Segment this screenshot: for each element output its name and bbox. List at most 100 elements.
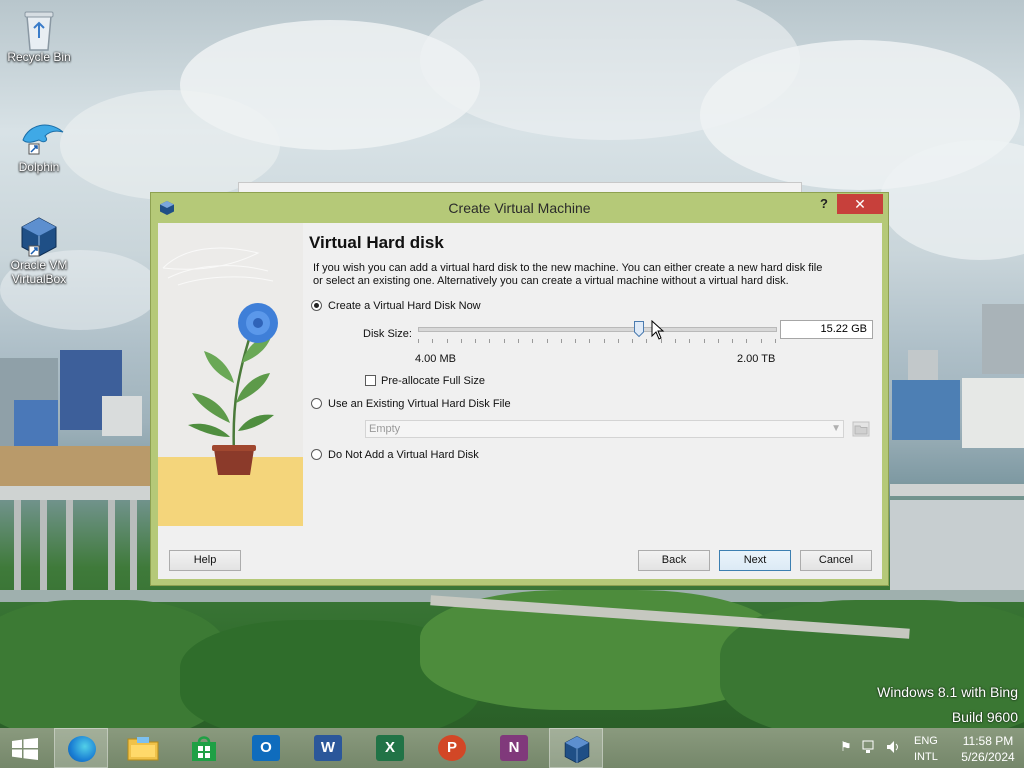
slider-tick — [475, 339, 476, 343]
chevron-down-icon: ▼ — [831, 423, 841, 434]
bridge-pillar — [130, 500, 137, 590]
dialog-title: Create Virtual Machine — [448, 200, 591, 216]
powerpoint-icon: P — [438, 735, 466, 761]
taskbar-powerpoint[interactable]: P — [425, 728, 479, 768]
slider-tick — [561, 339, 562, 343]
slider-tick — [418, 339, 419, 343]
slider-tick — [575, 339, 576, 343]
clock-time[interactable]: 11:58 PM — [955, 734, 1021, 748]
building — [102, 396, 142, 436]
back-button[interactable]: Back — [638, 550, 710, 571]
preallocate-checkbox[interactable] — [365, 375, 376, 386]
dolphin-icon — [19, 118, 64, 158]
slider-tick — [618, 339, 619, 343]
volume-icon[interactable] — [885, 739, 901, 755]
bridge-pillar — [40, 500, 47, 600]
slider-tick — [732, 339, 733, 343]
slider-tick — [547, 339, 548, 343]
taskbar-virtualbox[interactable] — [549, 728, 603, 768]
bridge-pillar — [14, 500, 21, 600]
desktop-icon-recycle-bin[interactable]: Recycle Bin — [4, 8, 74, 64]
slider-tick — [532, 339, 533, 343]
disk-size-slider-handle[interactable] — [634, 321, 644, 338]
edge-icon — [68, 736, 96, 762]
dialog-titlebar[interactable]: Create Virtual Machine ? ✕ — [151, 193, 888, 222]
slider-tick — [718, 339, 719, 343]
recycle-bin-icon — [19, 8, 59, 51]
slider-tick — [646, 339, 647, 343]
virtualbox-label: Oracle VM VirtualBox — [10, 258, 68, 286]
dolphin-label: Dolphin — [18, 160, 60, 174]
create-vm-dialog: Create Virtual Machine ? ✕ Virtual Hard … — [150, 192, 889, 586]
disk-size-input[interactable]: 15.22 GB — [780, 320, 873, 339]
preallocate-label[interactable]: Pre-allocate Full Size — [381, 375, 485, 387]
desktop-icon-dolphin[interactable]: Dolphin — [4, 118, 74, 174]
network-icon[interactable] — [861, 739, 877, 755]
page-title: Virtual Hard disk — [309, 233, 444, 252]
taskbar-file-explorer[interactable] — [116, 728, 170, 768]
help-button[interactable]: Help — [169, 550, 241, 571]
word-icon: W — [314, 735, 342, 761]
use-existing-disk-label[interactable]: Use an Existing Virtual Hard Disk File — [328, 398, 511, 410]
virtualbox-icon — [19, 216, 59, 257]
disk-size-slider-track[interactable] — [418, 327, 777, 332]
bridge-pillar — [66, 500, 73, 600]
next-button[interactable]: Next — [719, 550, 791, 571]
create-new-disk-radio[interactable] — [311, 300, 322, 311]
slider-tick — [775, 339, 776, 343]
taskbar: O W X P N ⚑ ENG INTL 11:58 PM 5/26/2024 — [0, 728, 1024, 768]
store-icon — [192, 736, 216, 761]
taskbar-word[interactable]: W — [301, 728, 355, 768]
dialog-client-area: Virtual Hard disk If you wish you can ad… — [158, 223, 882, 579]
slider-tick — [761, 339, 762, 343]
desktop-icon-virtualbox[interactable]: Oracle VM VirtualBox — [4, 216, 74, 286]
building — [14, 400, 58, 450]
slider-tick — [518, 339, 519, 343]
input-language-layout[interactable]: INTL — [914, 751, 954, 763]
clock-date[interactable]: 5/26/2024 — [955, 750, 1021, 764]
slider-tick — [447, 339, 448, 343]
context-help-button[interactable]: ? — [815, 196, 833, 216]
bridge — [890, 484, 1024, 496]
disk-size-label: Disk Size: — [363, 328, 412, 340]
taskbar-edge[interactable] — [54, 728, 108, 768]
slider-tick — [689, 339, 690, 343]
slider-tick — [589, 339, 590, 343]
wizard-page: Virtual Hard disk If you wish you can ad… — [303, 223, 882, 539]
os-watermark-line2: Build 9600 — [951, 709, 1018, 725]
slider-tick — [504, 339, 505, 343]
slider-tick — [704, 339, 705, 343]
taskbar-outlook[interactable]: O — [239, 728, 293, 768]
cancel-button[interactable]: Cancel — [800, 550, 872, 571]
recycle-bin-label: Recycle Bin — [7, 50, 71, 64]
river — [890, 500, 1024, 590]
slider-tick — [489, 339, 490, 343]
slider-tick — [675, 339, 676, 343]
taskbar-excel[interactable]: X — [363, 728, 417, 768]
start-button[interactable] — [0, 728, 50, 768]
virtualbox-icon — [564, 736, 590, 763]
taskbar-store[interactable] — [177, 728, 231, 768]
file-explorer-icon — [127, 737, 159, 761]
create-new-disk-label[interactable]: Create a Virtual Hard Disk Now — [328, 300, 481, 312]
dialog-button-bar: Help Back Next Cancel — [158, 539, 882, 579]
slider-max-label: 2.00 TB — [737, 353, 776, 365]
no-disk-radio[interactable] — [311, 449, 322, 460]
existing-disk-select[interactable]: Empty ▼ — [365, 420, 844, 438]
wizard-banner-image — [158, 223, 303, 526]
bridge — [0, 486, 150, 500]
mouse-cursor-icon — [651, 320, 665, 340]
close-button[interactable]: ✕ — [837, 194, 883, 214]
no-disk-label[interactable]: Do Not Add a Virtual Hard Disk — [328, 449, 479, 461]
os-watermark-line1: Windows 8.1 with Bing — [877, 684, 1018, 700]
input-language[interactable]: ENG — [914, 735, 954, 747]
choose-disk-file-button[interactable] — [852, 420, 870, 438]
taskbar-onenote[interactable]: N — [487, 728, 541, 768]
building — [0, 446, 150, 486]
excel-icon: X — [376, 735, 404, 761]
slider-min-label: 4.00 MB — [415, 353, 456, 365]
slider-tick — [746, 339, 747, 343]
use-existing-disk-radio[interactable] — [311, 398, 322, 409]
action-center-flag-icon[interactable]: ⚑ — [838, 739, 854, 755]
outlook-icon: O — [252, 735, 280, 761]
